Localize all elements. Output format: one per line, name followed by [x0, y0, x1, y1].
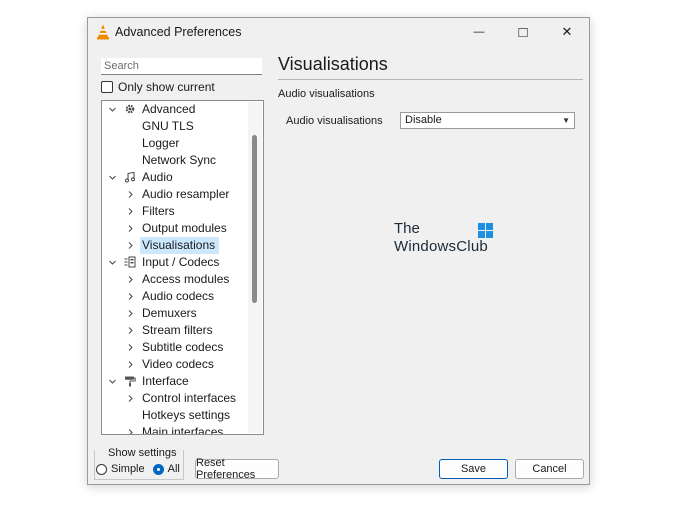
tree-item[interactable]: Access modules: [102, 271, 247, 288]
vlc-cone-icon: [97, 24, 109, 40]
tree-item-label: Main interfaces: [142, 425, 224, 435]
tree-scrollbar[interactable]: [248, 102, 262, 433]
save-button[interactable]: Save: [439, 459, 508, 479]
chevron-right-icon[interactable]: [124, 390, 136, 407]
show-settings-title: Show settings: [106, 447, 179, 459]
audio-visualisations-select[interactable]: Disable ▼: [400, 112, 575, 129]
tree-item-label: Subtitle codecs: [142, 340, 224, 354]
tree-item[interactable]: Hotkeys settings: [102, 407, 247, 424]
tree-item[interactable]: Network Sync: [102, 152, 247, 169]
tree-item[interactable]: Filters: [102, 203, 247, 220]
tree-item[interactable]: Audio codecs: [102, 288, 247, 305]
only-show-current-checkbox[interactable]: [101, 81, 113, 93]
tree-item-label: Video codecs: [142, 357, 214, 371]
chevron-right-icon[interactable]: [124, 237, 136, 254]
chevron-right-icon[interactable]: [124, 356, 136, 373]
section-title: Audio visualisations: [278, 88, 375, 100]
chevron-right-icon[interactable]: [124, 305, 136, 322]
select-value: Disable: [405, 114, 442, 126]
panel-divider: [278, 79, 583, 80]
simple-radio[interactable]: [96, 463, 107, 475]
tree-item-label: Visualisations: [140, 237, 220, 254]
gear-icon: [124, 103, 136, 115]
tree-item[interactable]: Visualisations: [102, 237, 247, 254]
codec-icon: [124, 256, 136, 268]
all-label[interactable]: All: [168, 463, 180, 475]
tree-item[interactable]: Control interfaces: [102, 390, 247, 407]
tree-item[interactable]: Advanced: [102, 101, 247, 118]
tree-item-label: Output modules: [142, 221, 227, 235]
tree-item-label: Filters: [142, 204, 175, 218]
window-title: Advanced Preferences: [115, 25, 242, 39]
watermark-line1: The: [394, 220, 420, 237]
tree-item-label: Stream filters: [142, 323, 213, 337]
tree-scroll-thumb[interactable]: [252, 135, 257, 303]
dropdown-arrow-icon: ▼: [562, 116, 570, 125]
maximize-icon: □: [518, 23, 528, 41]
tree-item-label: Interface: [142, 374, 189, 388]
panel-title: Visualisations: [278, 54, 388, 74]
tree-item[interactable]: Stream filters: [102, 322, 247, 339]
tree-item-label: Advanced: [142, 102, 196, 116]
tree-item-label: Input / Codecs: [142, 255, 220, 269]
tree-item-label: Audio resampler: [142, 187, 230, 201]
cancel-button[interactable]: Cancel: [515, 459, 584, 479]
chevron-right-icon[interactable]: [124, 203, 136, 220]
search-input[interactable]: [101, 58, 262, 75]
tree-item[interactable]: Subtitle codecs: [102, 339, 247, 356]
chevron-right-icon[interactable]: [124, 424, 136, 434]
tree-item-label: Hotkeys settings: [142, 408, 231, 422]
tree-item-label: Demuxers: [142, 306, 197, 320]
chevron-right-icon[interactable]: [124, 271, 136, 288]
tree-item-label: Control interfaces: [142, 391, 237, 405]
tree-item-label: Access modules: [142, 272, 230, 286]
title-bar[interactable]: Advanced Preferences — □ ✕: [88, 18, 589, 46]
tree-item[interactable]: Input / Codecs: [102, 254, 247, 271]
all-radio[interactable]: [152, 463, 164, 475]
minimize-button[interactable]: —: [457, 18, 501, 46]
chevron-right-icon[interactable]: [124, 288, 136, 305]
tree-item[interactable]: Logger: [102, 135, 247, 152]
reset-preferences-button[interactable]: Reset Preferences: [195, 457, 279, 481]
tree-item-label: Audio: [142, 170, 173, 184]
tree-item[interactable]: Demuxers: [102, 305, 247, 322]
tree-item[interactable]: GNU TLS: [102, 118, 247, 135]
tree-item[interactable]: Output modules: [102, 220, 247, 237]
chevron-down-icon[interactable]: [106, 254, 118, 271]
watermark: The WindowsClub: [394, 220, 504, 260]
windows-logo-icon: [478, 223, 493, 238]
paint-roller-icon: [124, 375, 136, 387]
tree-list: Advanced GNU TLS Logger Network Sync Audio Au…: [102, 101, 247, 435]
audio-visualisations-label: Audio visualisations: [286, 115, 383, 127]
maximize-button[interactable]: □: [501, 18, 545, 46]
show-settings-options: Simple All: [96, 463, 188, 475]
chevron-down-icon[interactable]: [106, 101, 118, 118]
close-icon: ✕: [561, 24, 573, 39]
chevron-right-icon[interactable]: [124, 339, 136, 356]
chevron-right-icon[interactable]: [124, 322, 136, 339]
simple-label[interactable]: Simple: [111, 463, 145, 475]
close-button[interactable]: ✕: [545, 18, 589, 46]
tree-item[interactable]: Audio: [102, 169, 247, 186]
chevron-right-icon[interactable]: [124, 220, 136, 237]
chevron-down-icon[interactable]: [106, 373, 118, 390]
music-note-icon: [124, 171, 136, 183]
chevron-right-icon[interactable]: [124, 186, 136, 203]
only-show-current-option[interactable]: Only show current: [101, 80, 215, 94]
preferences-window: Advanced Preferences — □ ✕ Only show cur…: [87, 17, 590, 485]
tree-item-label: Audio codecs: [142, 289, 215, 303]
preferences-tree[interactable]: Advanced GNU TLS Logger Network Sync Audio Au…: [101, 100, 264, 435]
tree-item-label: Network Sync: [142, 153, 217, 167]
tree-item[interactable]: Interface: [102, 373, 247, 390]
watermark-line2: WindowsClub: [394, 238, 488, 255]
tree-item[interactable]: Audio resampler: [102, 186, 247, 203]
tree-item[interactable]: Video codecs: [102, 356, 247, 373]
tree-item[interactable]: Main interfaces: [102, 424, 247, 435]
chevron-down-icon[interactable]: [106, 169, 118, 186]
minimize-icon: —: [473, 26, 485, 38]
tree-item-label: GNU TLS: [142, 119, 194, 133]
only-show-current-label: Only show current: [118, 80, 215, 94]
tree-item-label: Logger: [142, 136, 180, 150]
